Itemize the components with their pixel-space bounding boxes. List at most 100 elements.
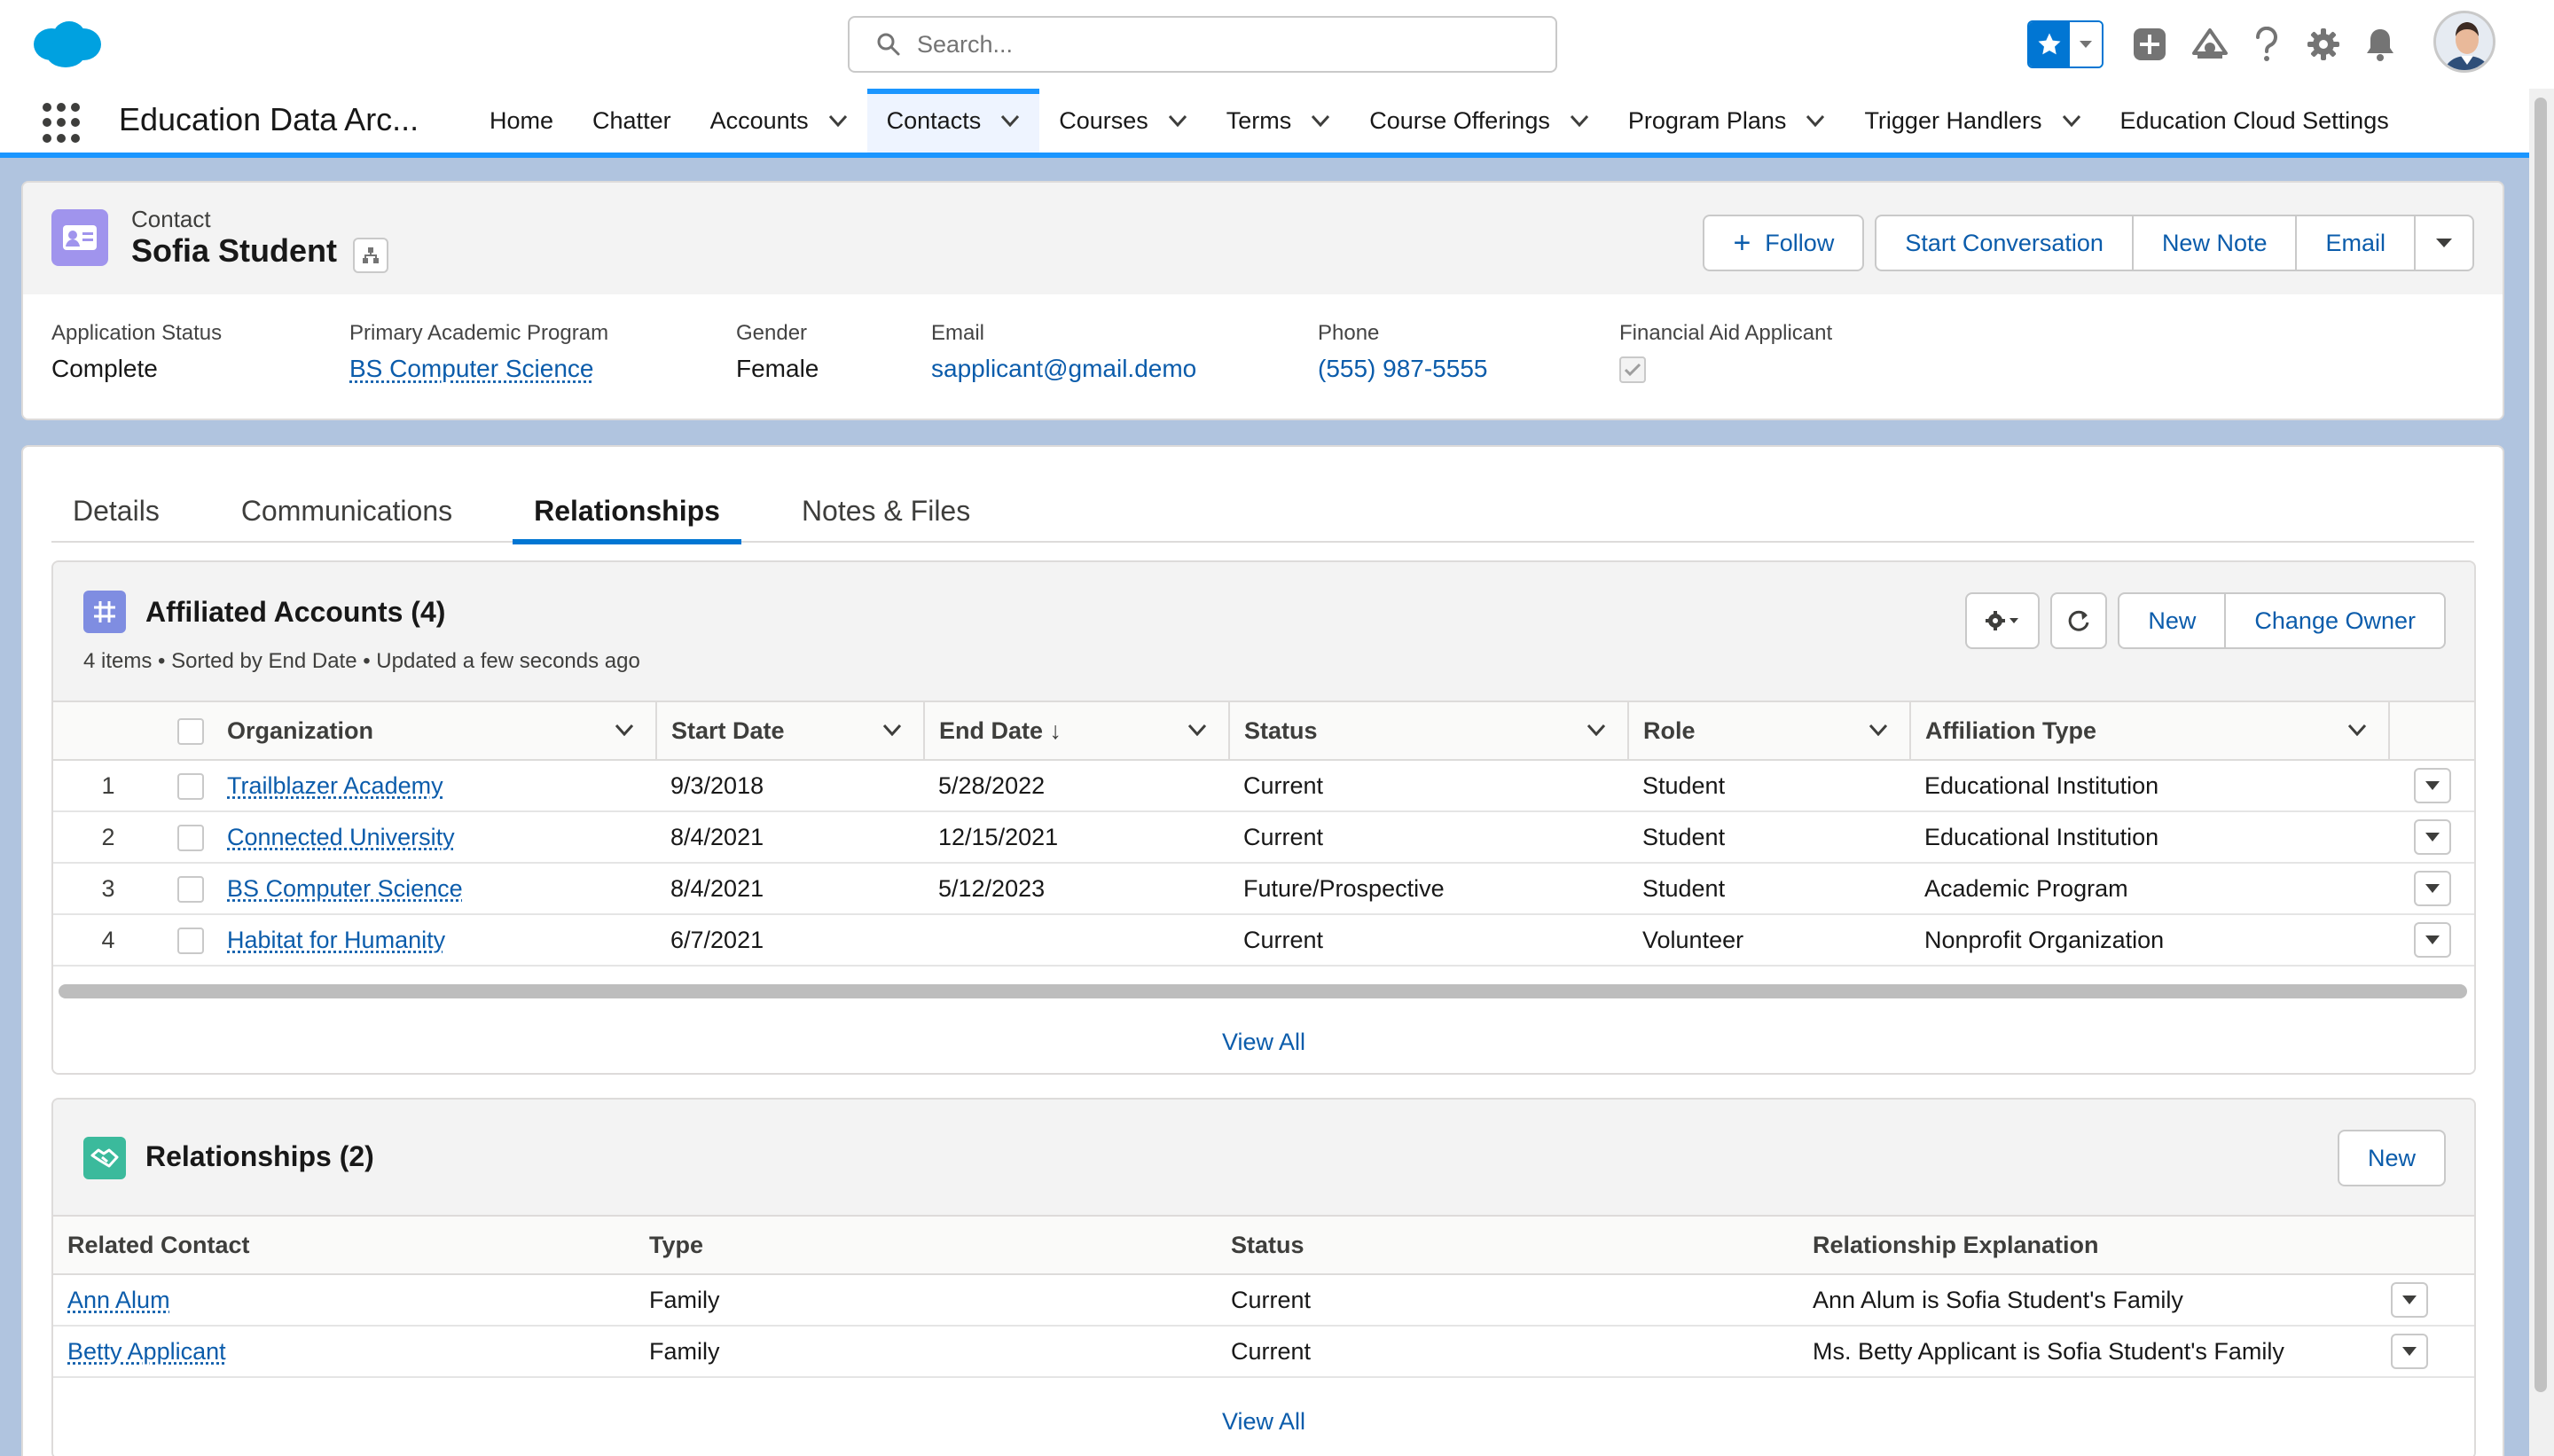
record-highlights-panel: Contact Sofia Student + Follow Start Con… [21, 181, 2504, 420]
chevron-down-icon[interactable] [1806, 114, 1825, 127]
organization-link[interactable]: BS Computer Science [227, 875, 463, 902]
notifications-bell-icon[interactable] [2355, 20, 2405, 69]
app-launcher-icon[interactable] [43, 103, 83, 144]
tab-relationships[interactable]: Relationships [513, 479, 741, 543]
row-checkbox[interactable] [177, 928, 204, 954]
field-email: Email sapplicant@gmail.demo [931, 321, 1196, 383]
column-header-organization[interactable]: Organization [213, 701, 656, 760]
favorites-button-group [2027, 20, 2104, 68]
row-actions-chevron-down-icon[interactable] [2414, 768, 2451, 803]
row-select-cell [163, 914, 213, 966]
chevron-down-icon[interactable] [1168, 114, 1187, 127]
column-header-type: Type [635, 1216, 1217, 1274]
change-owner-button[interactable]: Change Owner [2224, 592, 2446, 649]
organization-link[interactable]: Trailblazer Academy [227, 772, 443, 799]
column-menu-chevron-down-icon[interactable] [882, 724, 902, 736]
nav-item-accounts[interactable]: Accounts [691, 89, 867, 153]
end-date: 12/15/2021 [924, 811, 1229, 863]
row-actions-chevron-down-icon[interactable] [2414, 871, 2451, 906]
chevron-down-icon[interactable] [828, 114, 848, 127]
row-checkbox[interactable] [177, 825, 204, 851]
column-menu-chevron-down-icon[interactable] [615, 724, 634, 736]
list-settings-gear-icon[interactable] [1965, 592, 2040, 649]
tab-communications[interactable]: Communications [220, 479, 474, 543]
related-contact-link[interactable]: Ann Alum [67, 1287, 170, 1313]
follow-button[interactable]: + Follow [1703, 215, 1864, 271]
row-number: 4 [53, 914, 163, 966]
relationships-title[interactable]: Relationships (2) [145, 1140, 374, 1173]
column-menu-chevron-down-icon[interactable] [2347, 724, 2367, 736]
nav-item-trigger-handlers[interactable]: Trigger Handlers [1845, 89, 2100, 153]
select-all-checkbox[interactable] [177, 718, 204, 745]
favorites-star-icon[interactable] [2029, 22, 2070, 67]
organization-cell: Connected University [213, 811, 656, 863]
related-contact-link[interactable]: Betty Applicant [67, 1338, 226, 1365]
nav-item-chatter[interactable]: Chatter [573, 89, 691, 153]
affiliation-type: Educational Institution [1910, 811, 2389, 863]
setup-gear-icon[interactable] [2299, 20, 2348, 69]
tab-details[interactable]: Details [51, 479, 181, 543]
favorites-menu-chevron-down-icon[interactable] [2070, 22, 2102, 67]
record-tabs: Details Communications Relationships Notes … [51, 479, 2474, 543]
column-header-status[interactable]: Status [1229, 701, 1628, 760]
help-icon[interactable] [2242, 20, 2292, 69]
global-search-input[interactable]: Search... [848, 16, 1557, 73]
page-scrollbar-thumb[interactable] [2534, 98, 2547, 1392]
more-actions-chevron-down-icon[interactable] [2414, 215, 2474, 271]
column-header-end-date[interactable]: End Date ↓ [924, 701, 1229, 760]
row-actions-chevron-down-icon[interactable] [2414, 819, 2451, 855]
start-date: 6/7/2021 [656, 914, 924, 966]
contact-icon [51, 209, 108, 266]
tab-notes-files[interactable]: Notes & Files [780, 479, 991, 543]
row-actions-chevron-down-icon[interactable] [2414, 922, 2451, 958]
nav-item-label: Chatter [592, 107, 671, 135]
new-relationship-button[interactable]: New [2338, 1130, 2446, 1186]
nav-item-courses[interactable]: Courses [1039, 89, 1207, 153]
organization-link[interactable]: Connected University [227, 824, 455, 850]
nav-item-course-offerings[interactable]: Course Offerings [1350, 89, 1609, 153]
user-avatar[interactable] [2433, 11, 2495, 73]
relationships-table-area: Related Contact Type Status Relationship… [53, 1215, 2474, 1456]
salesforce-cloud-logo[interactable] [28, 18, 103, 69]
relationships-view-all-link[interactable]: View All [53, 1408, 2474, 1436]
refresh-icon[interactable] [2050, 592, 2107, 649]
row-actions-chevron-down-icon[interactable] [2391, 1334, 2428, 1369]
global-add-icon[interactable] [2125, 20, 2174, 69]
nav-item-education-cloud-settings[interactable]: Education Cloud Settings [2101, 89, 2409, 153]
affiliated-accounts-title[interactable]: Affiliated Accounts (4) [145, 596, 445, 629]
horizontal-scrollbar[interactable] [59, 984, 2467, 998]
view-hierarchy-icon[interactable] [353, 238, 388, 273]
chevron-down-icon[interactable] [1311, 114, 1330, 127]
nav-item-program-plans[interactable]: Program Plans [1609, 89, 1845, 153]
column-menu-chevron-down-icon[interactable] [1868, 724, 1888, 736]
organization-link[interactable]: Habitat for Humanity [227, 927, 445, 953]
relationship-status: Current [1217, 1326, 1798, 1377]
new-note-button[interactable]: New Note [2132, 215, 2298, 271]
column-header-start-date[interactable]: Start Date [656, 701, 924, 760]
column-header-role[interactable]: Role [1628, 701, 1910, 760]
row-select-cell [163, 811, 213, 863]
nav-item-terms[interactable]: Terms [1207, 89, 1351, 153]
nav-item-label: Trigger Handlers [1864, 107, 2041, 135]
column-header-affiliation-type[interactable]: Affiliation Type [1910, 701, 2389, 760]
start-conversation-button[interactable]: Start Conversation [1875, 215, 2134, 271]
nav-item-label: Contacts [887, 107, 982, 135]
nav-item-home[interactable]: Home [470, 89, 573, 153]
trailhead-icon[interactable] [2185, 20, 2235, 69]
email-button[interactable]: Email [2295, 215, 2416, 271]
chevron-down-icon[interactable] [1000, 114, 1020, 127]
affiliated-accounts-view-all-link[interactable]: View All [53, 1029, 2474, 1056]
column-menu-chevron-down-icon[interactable] [1586, 724, 1606, 736]
new-affiliation-button[interactable]: New [2118, 592, 2226, 649]
row-checkbox[interactable] [177, 773, 204, 800]
primary-academic-program-link[interactable]: BS Computer Science [349, 355, 593, 382]
phone-link[interactable]: (555) 987-5555 [1318, 355, 1487, 383]
nav-item-contacts[interactable]: Contacts [867, 89, 1040, 153]
chevron-down-icon[interactable] [1570, 114, 1589, 127]
row-actions-chevron-down-icon[interactable] [2391, 1282, 2428, 1318]
row-checkbox[interactable] [177, 876, 204, 903]
field-label: Phone [1318, 321, 1487, 346]
chevron-down-icon[interactable] [2062, 114, 2081, 127]
email-link[interactable]: sapplicant@gmail.demo [931, 355, 1196, 383]
column-menu-chevron-down-icon[interactable] [1187, 724, 1207, 736]
